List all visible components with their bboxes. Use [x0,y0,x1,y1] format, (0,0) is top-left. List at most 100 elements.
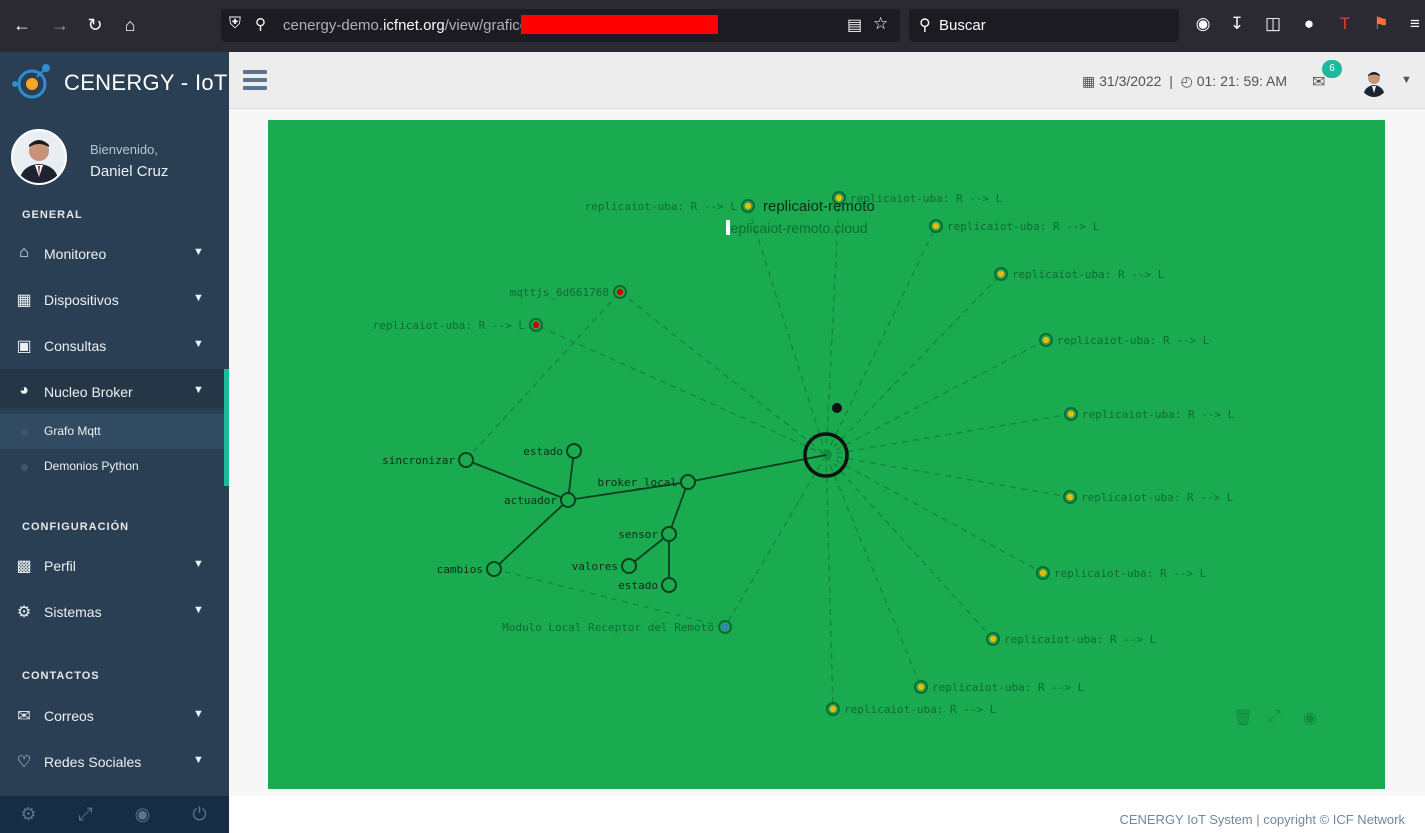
menu-label: Correos [44,708,94,724]
chevron-down-icon: ▼ [193,604,204,616]
menu-label: Monitoreo [44,246,107,262]
topic-node[interactable] [566,443,582,459]
lock-screen-icon[interactable]: ◉ [114,804,171,825]
graph-edge [825,454,1044,574]
node-label[interactable]: replicaiot-uba: R --> L [1012,268,1165,281]
graph-edge [668,481,689,535]
node-label[interactable]: replicaiot-uba: R --> L [1054,567,1207,580]
status-dot [997,270,1005,278]
graph-edge [825,454,922,688]
status-dot [989,635,997,643]
topic-node[interactable] [621,558,637,574]
menu-icon[interactable]: ≡ [1404,14,1425,34]
topic-node[interactable] [560,492,576,508]
menu-consultas[interactable]: ▣ Consultas ▼ [0,323,229,369]
node-label[interactable]: estado [523,445,563,458]
brand[interactable]: CENERGY - IoT [0,52,229,112]
menu-label: Consultas [44,338,107,354]
home-icon[interactable]: ⌂ [118,12,142,38]
topic-node[interactable] [680,474,696,490]
menu-label: Nucleo Broker [44,384,133,400]
mqtt-graph[interactable]: replicaiot-uba: R --> L replicaiot-uba: R… [268,120,1385,789]
chevron-down-icon[interactable]: ▼ [1401,74,1412,86]
cenergy-logo-icon [12,64,50,99]
expand-icon[interactable]: ⤢ [1268,708,1281,726]
sidebar: CENERGY - IoT Bienvenido, Daniel Cruz GE… [0,52,229,833]
node-label[interactable]: replicaiot-uba: R --> L [585,200,738,213]
shield-icon[interactable]: ⛨ [229,15,241,33]
chevron-down-icon: ▼ [193,246,204,258]
menu-redes-sociales[interactable]: ♡ Redes Sociales ▼ [0,739,229,785]
node-label[interactable]: mqttjs_6d661768 [510,286,609,299]
status-dot [616,288,624,296]
extension-icon[interactable]: ● [1298,14,1320,34]
gears-icon: ⚙ [16,604,32,621]
node-label[interactable]: Modulo Local Receptor del Remoto [502,621,714,634]
menu-sistemas[interactable]: ⚙ Sistemas ▼ [0,589,229,635]
fullscreen-icon[interactable]: ⤢ [57,804,114,825]
chevron-down-icon: ▼ [193,384,204,396]
node-label[interactable]: replicaiot-uba: R --> L [947,220,1100,233]
sidebar-toggle-icon[interactable]: ◫ [1262,14,1284,34]
menu-monitoreo[interactable]: ⌂ Monitoreo ▼ [0,231,229,277]
topic-node[interactable] [661,526,677,542]
node-label[interactable]: sensor [618,528,658,541]
user-profile: Bienvenido, Daniel Cruz [0,126,229,196]
reader-view-icon[interactable]: ▤ [847,15,862,35]
node-label[interactable]: sincronizar [382,454,455,467]
datetime-display: ▦ 31/3/2022 | ◴ 01: 21: 59: AM [1082,73,1287,90]
lock-icon[interactable]: ⚲ [255,15,266,33]
node-label[interactable]: valores [572,560,618,573]
submenu-demonios-python[interactable]: Demonios Python [0,449,224,484]
user-avatar[interactable] [1360,67,1388,97]
settings-icon[interactable]: ⚙ [0,804,57,825]
node-label[interactable]: replicaiot-uba: R --> L [1082,408,1235,421]
menu-correos[interactable]: ✉ Correos ▼ [0,693,229,739]
chevron-down-icon: ▼ [193,338,204,350]
power-icon[interactable]: ⏻ [171,804,228,825]
back-icon[interactable]: ← [10,12,34,38]
section-contactos: CONTACTOS [22,670,100,682]
menu-nucleo-broker[interactable]: ◕ Nucleo Broker ▼ [0,369,229,409]
extension-t-icon[interactable]: T [1334,14,1356,34]
download-icon[interactable]: ↧ [1226,14,1248,34]
menu-label: Perfil [44,558,76,574]
forward-icon[interactable]: → [48,12,72,38]
node-label[interactable]: replicaiot-uba: R --> L [373,319,526,332]
trash-icon[interactable]: 🗑 [1233,708,1253,728]
menu-toggle-icon[interactable] [243,70,267,92]
node-label[interactable]: replicaiot-uba: R --> L [1004,633,1157,646]
section-general: GENERAL [22,209,83,221]
search-bar[interactable]: ⚲ [909,9,1179,42]
node-label[interactable]: replicaiot-uba: R --> L [932,681,1085,694]
node-label[interactable]: replicaiot-uba: R --> L [1081,491,1234,504]
pocket-icon[interactable]: ◉ [1192,14,1214,34]
node-label[interactable]: broker_local [598,476,677,489]
graph-edge [535,324,827,456]
topic-node[interactable] [458,452,474,468]
extension-flag-icon[interactable]: ⚑ [1370,14,1392,34]
search-input[interactable] [939,14,1159,36]
menu-dispositivos[interactable]: ▦ Dispositivos ▼ [0,277,229,323]
node-label[interactable]: replicaiot-uba: R --> L [844,703,997,716]
copyright-text: CENERGY IoT System | copyright © ICF Net… [1119,812,1405,827]
address-bar[interactable]: ⛨ ⚲ cenergy-demo.icfnet.org/view/grafico… [221,9,900,42]
bookmark-star-icon[interactable]: ☆ [873,14,888,34]
graph-canvas[interactable]: replicaiot-uba: R --> L replicaiot-uba: R… [268,120,1385,789]
clock-icon: ◴ [1180,73,1193,89]
toggle-icon[interactable]: ◉ [1303,708,1317,728]
reload-icon[interactable]: ↻ [83,12,107,38]
status-dot [1042,336,1050,344]
status-dot [721,623,729,631]
url-text[interactable]: cenergy-demo.icfnet.org/view/graficoN [283,17,539,34]
node-label[interactable]: estado [618,579,658,592]
node-label[interactable]: replicaiot-uba: R --> L [1057,334,1210,347]
topic-node[interactable] [486,561,502,577]
section-configuracion: CONFIGURACIÓN [22,521,130,533]
topic-node[interactable] [661,577,677,593]
menu-perfil[interactable]: ▩ Perfil ▼ [0,543,229,589]
page-footer: CENERGY IoT System | copyright © ICF Net… [229,796,1425,833]
node-label[interactable]: cambios [437,563,483,576]
node-label[interactable]: actuador [504,494,557,507]
submenu-grafo-mqtt[interactable]: Grafo Mqtt [0,414,224,449]
